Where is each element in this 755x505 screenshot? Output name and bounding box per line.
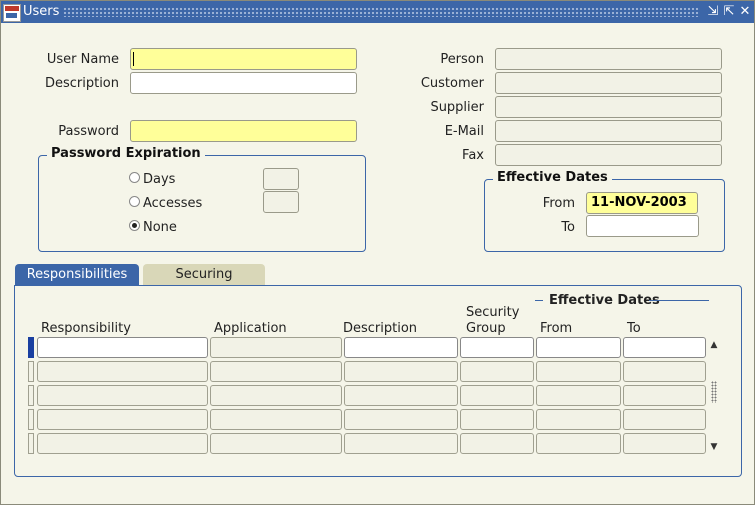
fax-label: Fax bbox=[462, 148, 484, 163]
from-cell[interactable] bbox=[536, 409, 621, 430]
grid-effective-dates-title: Effective Dates bbox=[549, 293, 660, 308]
title-bar-pattern bbox=[63, 7, 700, 17]
person-field[interactable] bbox=[495, 48, 722, 70]
col-security-group-line2: Group bbox=[466, 321, 506, 336]
to-cell[interactable] bbox=[623, 337, 706, 358]
application-cell[interactable] bbox=[210, 361, 342, 382]
user-name-label: User Name bbox=[46, 52, 119, 67]
grid-scrollbar[interactable]: ▲ ▼ bbox=[707, 337, 721, 455]
description-cell[interactable] bbox=[344, 409, 458, 430]
col-responsibility: Responsibility bbox=[41, 321, 131, 336]
radio-days-label: Days bbox=[143, 172, 176, 187]
responsibility-cell[interactable] bbox=[37, 337, 208, 358]
email-field[interactable] bbox=[495, 120, 722, 142]
radio-days-dot[interactable] bbox=[129, 172, 140, 183]
from-cell[interactable] bbox=[536, 433, 621, 454]
security-group-cell[interactable] bbox=[460, 337, 534, 358]
person-label: Person bbox=[440, 52, 484, 67]
description-label: Description bbox=[44, 76, 119, 91]
responsibility-cell[interactable] bbox=[37, 385, 208, 406]
radio-accesses-label: Accesses bbox=[143, 196, 203, 211]
radio-days[interactable]: Days bbox=[129, 172, 175, 187]
security-group-cell[interactable] bbox=[460, 385, 534, 406]
to-cell[interactable] bbox=[623, 385, 706, 406]
close-icon[interactable]: ✕ bbox=[738, 4, 752, 20]
to-label: To bbox=[561, 220, 575, 235]
accesses-field[interactable] bbox=[263, 191, 299, 213]
radio-accesses[interactable]: Accesses bbox=[129, 196, 202, 211]
responsibility-cell[interactable] bbox=[37, 409, 208, 430]
fax-field[interactable] bbox=[495, 144, 722, 166]
effective-dates-title: Effective Dates bbox=[493, 170, 612, 185]
scroll-down-icon[interactable]: ▼ bbox=[707, 441, 721, 453]
to-cell[interactable] bbox=[623, 361, 706, 382]
security-group-cell[interactable] bbox=[460, 361, 534, 382]
col-description: Description bbox=[343, 321, 418, 336]
to-date-field[interactable] bbox=[586, 215, 699, 237]
title-bar[interactable]: Users ⇲ ⇱ ✕ bbox=[1, 1, 754, 23]
radio-none[interactable]: None bbox=[129, 220, 177, 235]
from-date-field[interactable]: 11-NOV-2003 bbox=[586, 192, 698, 214]
email-label: E-Mail bbox=[444, 124, 484, 139]
radio-accesses-dot[interactable] bbox=[129, 196, 140, 207]
scroll-up-icon[interactable]: ▲ bbox=[707, 339, 721, 351]
from-cell[interactable] bbox=[536, 337, 621, 358]
description-field[interactable] bbox=[130, 72, 357, 94]
radio-none-dot[interactable] bbox=[129, 220, 140, 231]
col-from: From bbox=[540, 321, 573, 336]
password-field[interactable] bbox=[130, 120, 357, 142]
to-cell[interactable] bbox=[623, 433, 706, 454]
password-expiration-title: Password Expiration bbox=[47, 146, 205, 161]
from-label: From bbox=[542, 196, 575, 211]
col-security-group-line1: Security bbox=[466, 305, 520, 320]
application-cell[interactable] bbox=[210, 409, 342, 430]
col-to: To bbox=[627, 321, 641, 336]
password-label: Password bbox=[58, 124, 119, 139]
responsibility-cell[interactable] bbox=[37, 433, 208, 454]
window-title: Users bbox=[23, 4, 60, 19]
effective-dates-line-right bbox=[649, 300, 709, 301]
row-indicator[interactable] bbox=[28, 385, 34, 406]
user-name-field[interactable] bbox=[130, 48, 357, 70]
tab-responsibilities[interactable]: Responsibilities bbox=[15, 264, 139, 286]
supplier-field[interactable] bbox=[495, 96, 722, 118]
oracle-app-icon bbox=[3, 4, 21, 22]
radio-none-label: None bbox=[143, 220, 177, 235]
text-cursor bbox=[133, 52, 134, 66]
customer-label: Customer bbox=[420, 76, 484, 91]
users-window: Users ⇲ ⇱ ✕ User Name Description Passwo… bbox=[0, 0, 755, 505]
description-cell[interactable] bbox=[344, 337, 458, 358]
days-field[interactable] bbox=[263, 168, 299, 190]
application-cell[interactable] bbox=[210, 337, 342, 358]
description-cell[interactable] bbox=[344, 385, 458, 406]
application-cell[interactable] bbox=[210, 433, 342, 454]
col-application: Application bbox=[214, 321, 287, 336]
to-cell[interactable] bbox=[623, 409, 706, 430]
row-indicator[interactable] bbox=[28, 361, 34, 382]
description-cell[interactable] bbox=[344, 361, 458, 382]
security-group-cell[interactable] bbox=[460, 409, 534, 430]
restore-icon[interactable]: ⇱ bbox=[722, 4, 736, 20]
application-cell[interactable] bbox=[210, 385, 342, 406]
supplier-label: Supplier bbox=[430, 100, 484, 115]
row-indicator[interactable] bbox=[28, 409, 34, 430]
security-group-cell[interactable] bbox=[460, 433, 534, 454]
minimize-icon[interactable]: ⇲ bbox=[706, 4, 720, 20]
effective-dates-line-left bbox=[535, 300, 543, 301]
row-indicator[interactable] bbox=[28, 337, 34, 358]
from-cell[interactable] bbox=[536, 385, 621, 406]
description-cell[interactable] bbox=[344, 433, 458, 454]
from-cell[interactable] bbox=[536, 361, 621, 382]
row-indicator[interactable] bbox=[28, 433, 34, 454]
scroll-thumb[interactable] bbox=[711, 381, 717, 403]
responsibility-cell[interactable] bbox=[37, 361, 208, 382]
tab-securing-attributes[interactable]: Securing Attributes bbox=[143, 264, 265, 304]
customer-field[interactable] bbox=[495, 72, 722, 94]
